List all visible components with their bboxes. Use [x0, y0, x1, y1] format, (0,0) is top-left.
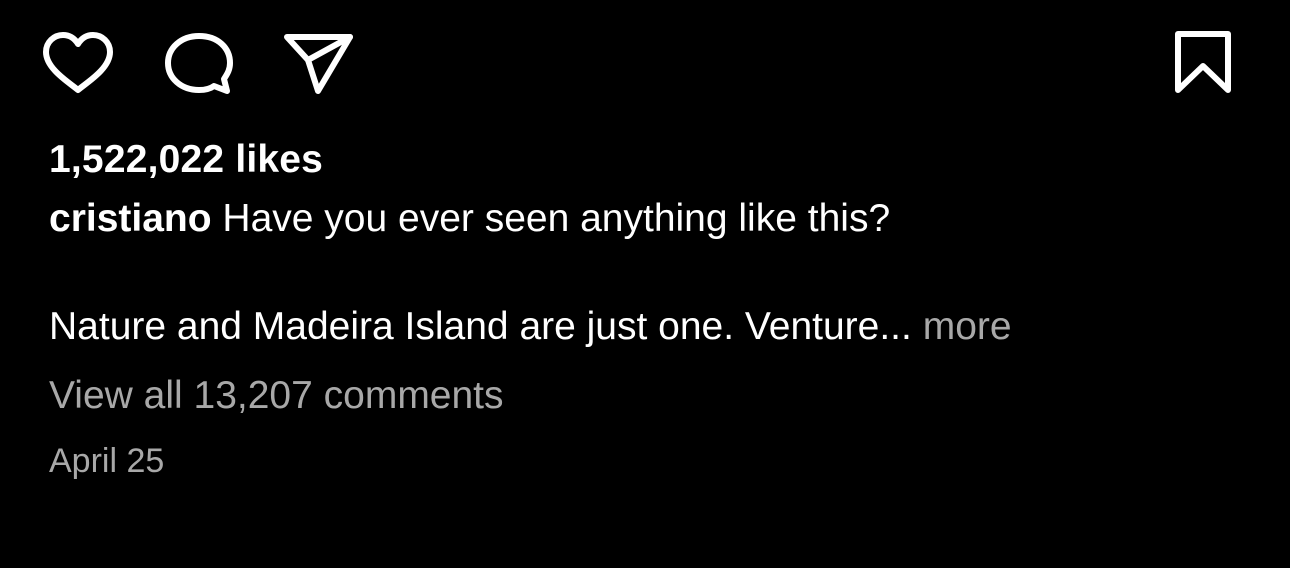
- bookmark-outline-icon: [1175, 31, 1231, 93]
- heart-outline-icon: [43, 32, 113, 93]
- caption-username[interactable]: cristiano: [49, 197, 212, 240]
- post-action-bar: [0, 0, 1290, 130]
- likes-count[interactable]: 1,522,022 likes: [49, 138, 323, 182]
- share-button[interactable]: [284, 33, 354, 95]
- comment-bubble-icon: [165, 33, 233, 94]
- post-date: April 25: [49, 442, 165, 480]
- more-link[interactable]: more: [923, 305, 1012, 348]
- caption-text: Have you ever seen anything like this?: [222, 197, 891, 240]
- save-button[interactable]: [1174, 30, 1232, 94]
- view-all-comments-link[interactable]: View all 13,207 comments: [49, 374, 504, 418]
- caption-second-line: Nature and Madeira Island are just one. …: [49, 305, 1012, 349]
- comment-button[interactable]: [164, 32, 234, 96]
- caption-text-continued: Nature and Madeira Island are just one. …: [49, 305, 912, 348]
- caption-first-line: cristiano Have you ever seen anything li…: [49, 197, 890, 241]
- paper-plane-icon: [284, 34, 353, 94]
- like-button[interactable]: [42, 32, 114, 96]
